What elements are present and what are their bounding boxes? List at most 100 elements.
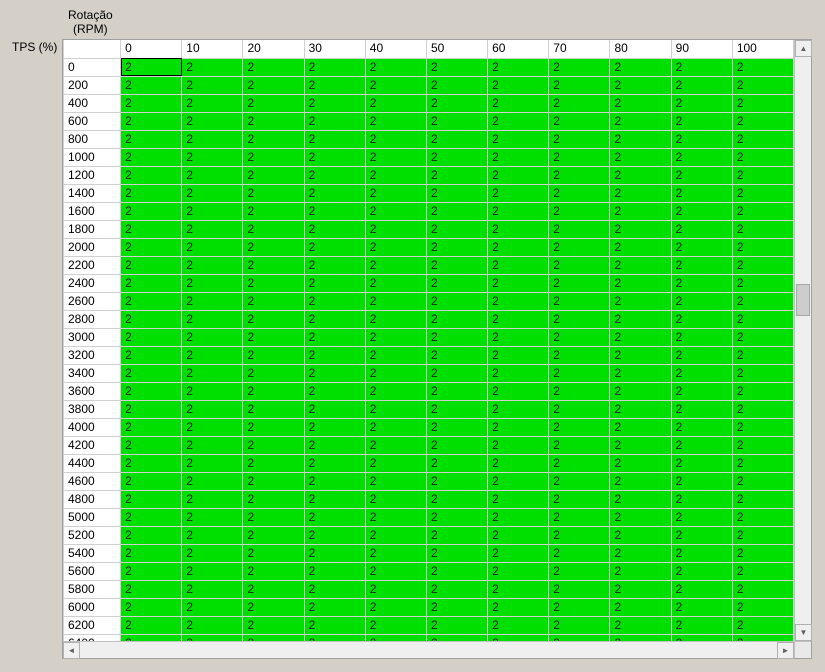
map-cell[interactable]: 2: [243, 490, 304, 508]
map-cell[interactable]: 2: [488, 364, 549, 382]
map-cell[interactable]: 2: [732, 274, 793, 292]
map-cell[interactable]: 2: [365, 238, 426, 256]
map-cell[interactable]: 2: [488, 526, 549, 544]
map-cell[interactable]: 2: [610, 202, 671, 220]
map-cell[interactable]: 2: [671, 526, 732, 544]
map-cell[interactable]: 2: [426, 490, 487, 508]
map-cell[interactable]: 2: [488, 238, 549, 256]
map-cell[interactable]: 2: [671, 130, 732, 148]
map-table[interactable]: 0102030405060708090100 02222222222220022…: [63, 40, 794, 641]
map-cell[interactable]: 2: [732, 616, 793, 634]
map-cell[interactable]: 2: [365, 220, 426, 238]
map-cell[interactable]: 2: [365, 202, 426, 220]
map-cell[interactable]: 2: [121, 184, 182, 202]
column-header[interactable]: 50: [426, 40, 487, 58]
map-cell[interactable]: 2: [549, 616, 610, 634]
map-cell[interactable]: 2: [304, 364, 365, 382]
map-cell[interactable]: 2: [304, 544, 365, 562]
map-cell[interactable]: 2: [549, 454, 610, 472]
map-cell[interactable]: 2: [426, 220, 487, 238]
map-cell[interactable]: 2: [549, 364, 610, 382]
column-header[interactable]: 0: [121, 40, 182, 58]
map-cell[interactable]: 2: [610, 238, 671, 256]
map-cell[interactable]: 2: [365, 616, 426, 634]
map-cell[interactable]: 2: [365, 346, 426, 364]
row-header[interactable]: 1000: [64, 148, 121, 166]
map-cell[interactable]: 2: [121, 220, 182, 238]
map-cell[interactable]: 2: [549, 256, 610, 274]
map-cell[interactable]: 2: [488, 472, 549, 490]
map-cell[interactable]: 2: [304, 238, 365, 256]
map-cell[interactable]: 2: [610, 166, 671, 184]
row-header[interactable]: 0: [64, 58, 121, 76]
map-cell[interactable]: 2: [365, 76, 426, 94]
map-cell[interactable]: 2: [671, 580, 732, 598]
row-header[interactable]: 2800: [64, 310, 121, 328]
map-cell[interactable]: 2: [732, 418, 793, 436]
row-header[interactable]: 5200: [64, 526, 121, 544]
map-cell[interactable]: 2: [426, 544, 487, 562]
map-cell[interactable]: 2: [365, 58, 426, 76]
map-cell[interactable]: 2: [549, 238, 610, 256]
row-header[interactable]: 3400: [64, 364, 121, 382]
map-cell[interactable]: 2: [426, 634, 487, 641]
map-cell[interactable]: 2: [671, 274, 732, 292]
map-cell[interactable]: 2: [182, 274, 243, 292]
map-cell[interactable]: 2: [304, 202, 365, 220]
map-cell[interactable]: 2: [610, 418, 671, 436]
map-cell[interactable]: 2: [304, 616, 365, 634]
map-cell[interactable]: 2: [426, 400, 487, 418]
map-cell[interactable]: 2: [304, 526, 365, 544]
map-cell[interactable]: 2: [243, 328, 304, 346]
map-cell[interactable]: 2: [304, 436, 365, 454]
map-cell[interactable]: 2: [671, 508, 732, 526]
map-cell[interactable]: 2: [610, 400, 671, 418]
map-cell[interactable]: 2: [182, 562, 243, 580]
map-cell[interactable]: 2: [365, 256, 426, 274]
map-cell[interactable]: 2: [365, 184, 426, 202]
map-cell[interactable]: 2: [426, 166, 487, 184]
map-cell[interactable]: 2: [732, 292, 793, 310]
map-cell[interactable]: 2: [671, 256, 732, 274]
map-cell[interactable]: 2: [243, 346, 304, 364]
map-cell[interactable]: 2: [121, 400, 182, 418]
map-cell[interactable]: 2: [243, 400, 304, 418]
map-cell[interactable]: 2: [488, 292, 549, 310]
map-cell[interactable]: 2: [549, 508, 610, 526]
map-cell[interactable]: 2: [426, 382, 487, 400]
map-cell[interactable]: 2: [304, 562, 365, 580]
map-cell[interactable]: 2: [732, 76, 793, 94]
map-cell[interactable]: 2: [304, 112, 365, 130]
map-cell[interactable]: 2: [732, 490, 793, 508]
map-cell[interactable]: 2: [488, 580, 549, 598]
map-cell[interactable]: 2: [182, 148, 243, 166]
map-cell[interactable]: 2: [549, 526, 610, 544]
map-cell[interactable]: 2: [365, 508, 426, 526]
map-cell[interactable]: 2: [182, 634, 243, 641]
map-cell[interactable]: 2: [243, 454, 304, 472]
map-cell[interactable]: 2: [671, 58, 732, 76]
map-cell[interactable]: 2: [182, 292, 243, 310]
map-cell[interactable]: 2: [549, 202, 610, 220]
map-cell[interactable]: 2: [671, 328, 732, 346]
map-cell[interactable]: 2: [182, 130, 243, 148]
map-cell[interactable]: 2: [304, 166, 365, 184]
map-cell[interactable]: 2: [671, 202, 732, 220]
map-cell[interactable]: 2: [610, 94, 671, 112]
map-cell[interactable]: 2: [671, 562, 732, 580]
map-cell[interactable]: 2: [365, 562, 426, 580]
map-cell[interactable]: 2: [426, 454, 487, 472]
map-cell[interactable]: 2: [549, 76, 610, 94]
map-cell[interactable]: 2: [121, 130, 182, 148]
map-cell[interactable]: 2: [365, 328, 426, 346]
vertical-scroll-thumb[interactable]: [796, 284, 810, 316]
map-cell[interactable]: 2: [488, 256, 549, 274]
map-cell[interactable]: 2: [182, 220, 243, 238]
map-cell[interactable]: 2: [426, 76, 487, 94]
map-cell[interactable]: 2: [304, 256, 365, 274]
map-cell[interactable]: 2: [243, 130, 304, 148]
map-cell[interactable]: 2: [304, 148, 365, 166]
map-cell[interactable]: 2: [304, 328, 365, 346]
map-cell[interactable]: 2: [610, 148, 671, 166]
map-cell[interactable]: 2: [365, 364, 426, 382]
